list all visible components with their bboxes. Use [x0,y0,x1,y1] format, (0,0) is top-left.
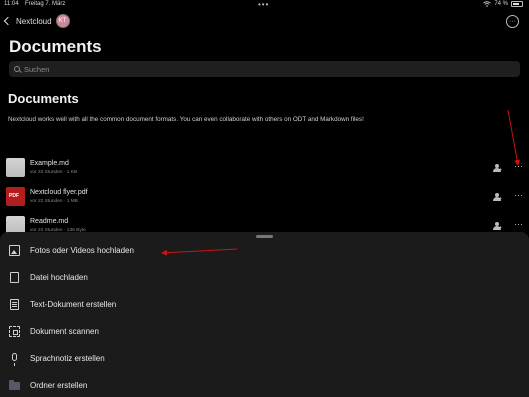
menu-item-upload-file[interactable]: Datei hochladen [0,265,529,292]
menu-item-scan-document[interactable]: Dokument scannen [0,319,529,346]
row-more-button[interactable]: ··· [514,219,523,229]
battery-percent: 74 % [494,1,508,7]
status-bar: 11:04 Freitag 7. März ••• 74 % [0,0,529,10]
wifi-icon [483,1,492,7]
back-button[interactable]: Nextcloud KT [3,14,70,28]
row-more-button[interactable]: ··· [514,190,523,200]
search-icon [14,66,20,72]
back-label: Nextcloud [16,16,52,26]
file-name: Readme.md [30,218,69,225]
page-title: Documents [9,37,102,56]
microphone-icon [12,353,17,366]
file-row[interactable]: Nextcloud flyer.pdf vor 22 Stunden · 1 M… [0,185,529,211]
file-meta: vor 22 Stunden · 1 KB [30,170,78,175]
chevron-left-icon [3,16,13,26]
status-date: Freitag 7. März [25,1,66,7]
document-icon [10,299,19,310]
menu-item-create-text-document[interactable]: Text-Dokument erstellen [0,292,529,319]
menu-item-label: Datei hochladen [30,273,88,282]
menu-item-create-folder[interactable]: Ordner erstellen [0,373,529,397]
menu-item-label: Fotos oder Videos hochladen [30,246,134,255]
status-time: 11:04 [4,1,19,7]
menu-item-upload-photos[interactable]: Fotos oder Videos hochladen [0,238,529,265]
photo-icon [9,245,20,256]
status-right: 74 % [483,1,523,7]
pdf-file-icon [6,187,25,206]
markdown-file-icon [6,158,25,177]
row-more-button[interactable]: ··· [514,161,523,171]
battery-icon [511,1,523,7]
share-user-icon[interactable]: + [493,222,503,231]
search-input[interactable] [24,64,504,74]
file-name: Nextcloud flyer.pdf [30,189,88,196]
menu-item-label: Sprachnotiz erstellen [30,354,105,363]
menu-item-label: Dokument scannen [30,327,99,336]
file-meta: vor 22 Stunden · 1 MB [30,199,78,204]
action-sheet: Fotos oder Videos hochladen Datei hochla… [0,232,529,397]
file-icon [10,272,19,283]
share-user-icon[interactable]: + [493,164,503,173]
menu-item-label: Text-Dokument erstellen [30,300,117,309]
file-row[interactable]: Example.md vor 22 Stunden · 1 KB + ··· [0,156,529,182]
menu-item-label: Ordner erstellen [30,381,88,390]
avatar[interactable]: KT [55,14,70,28]
folder-icon [9,380,20,390]
share-user-icon[interactable]: + [493,193,503,202]
file-name: Example.md [30,160,69,167]
scan-icon [9,326,20,337]
navigation-bar: Nextcloud KT ··· [0,12,529,32]
menu-item-create-voice-memo[interactable]: Sprachnotiz erstellen [0,346,529,373]
more-options-button[interactable]: ··· [506,15,519,28]
section-title: Documents [8,91,79,106]
search-bar[interactable] [9,61,520,77]
section-description: Nextcloud works well with all the common… [8,116,364,123]
multitasking-dots[interactable]: ••• [258,0,269,9]
